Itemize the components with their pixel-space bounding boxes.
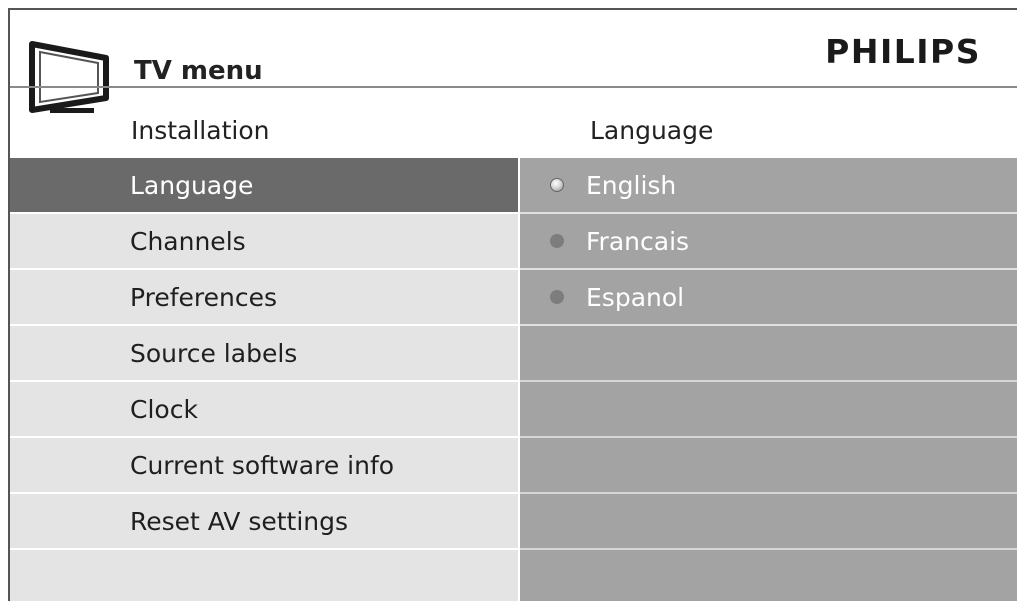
option-empty-row — [520, 494, 1017, 550]
option-label: English — [586, 170, 677, 200]
menu-item-preferences[interactable]: Preferences — [10, 270, 518, 326]
menu-item-label: Preferences — [130, 282, 278, 312]
brand-logo: PHILIPS — [825, 32, 981, 71]
option-francais[interactable]: Francais — [520, 214, 1017, 270]
option-empty-row — [520, 550, 1017, 601]
menu-item-clock[interactable]: Clock — [10, 382, 518, 438]
menu-item-label: Clock — [130, 394, 198, 424]
menu-item-channels[interactable]: Channels — [10, 214, 518, 270]
menu-item-label: Channels — [130, 226, 246, 256]
option-empty-row — [520, 382, 1017, 438]
left-panel-heading: Installation — [131, 116, 270, 145]
menu-item-label: Language — [130, 170, 254, 200]
option-label: Espanol — [586, 282, 685, 312]
menu-item-reset-av-settings[interactable]: Reset AV settings — [10, 494, 518, 550]
option-espanol[interactable]: Espanol — [520, 270, 1017, 326]
header-divider — [10, 86, 1017, 88]
menu-title: TV menu — [134, 56, 263, 86]
option-label: Francais — [586, 226, 690, 256]
option-empty-row — [520, 438, 1017, 494]
menu-item-source-labels[interactable]: Source labels — [10, 326, 518, 382]
installation-menu-list: Language Channels Preferences Source lab… — [10, 158, 518, 601]
menu-item-label: Source labels — [130, 338, 298, 368]
menu-item-label: Reset AV settings — [130, 506, 349, 536]
tv-menu-screen: TV menu PHILIPS Installation Language La… — [0, 0, 1017, 601]
menu-item-label: Current software info — [130, 450, 395, 480]
radio-selected-icon — [550, 178, 564, 192]
menu-item-empty — [10, 550, 518, 601]
option-empty-row — [520, 326, 1017, 382]
menu-item-language[interactable]: Language — [10, 158, 518, 214]
tv-icon — [29, 41, 109, 113]
menu-item-current-software-info[interactable]: Current software info — [10, 438, 518, 494]
language-options-list: English Francais Espanol — [520, 158, 1017, 601]
radio-unselected-icon — [550, 234, 564, 248]
right-panel-heading: Language — [590, 116, 714, 145]
option-english[interactable]: English — [520, 158, 1017, 214]
radio-unselected-icon — [550, 290, 564, 304]
